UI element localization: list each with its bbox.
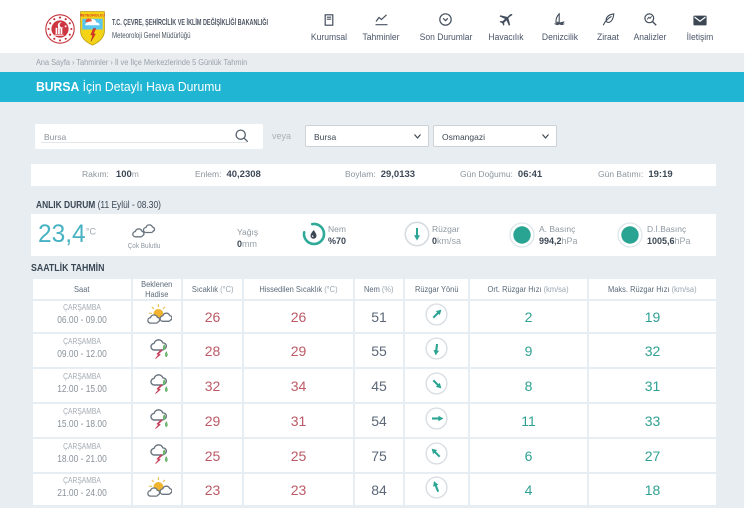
svg-text:METEOROLOJİ: METEOROLOJİ bbox=[80, 14, 105, 18]
